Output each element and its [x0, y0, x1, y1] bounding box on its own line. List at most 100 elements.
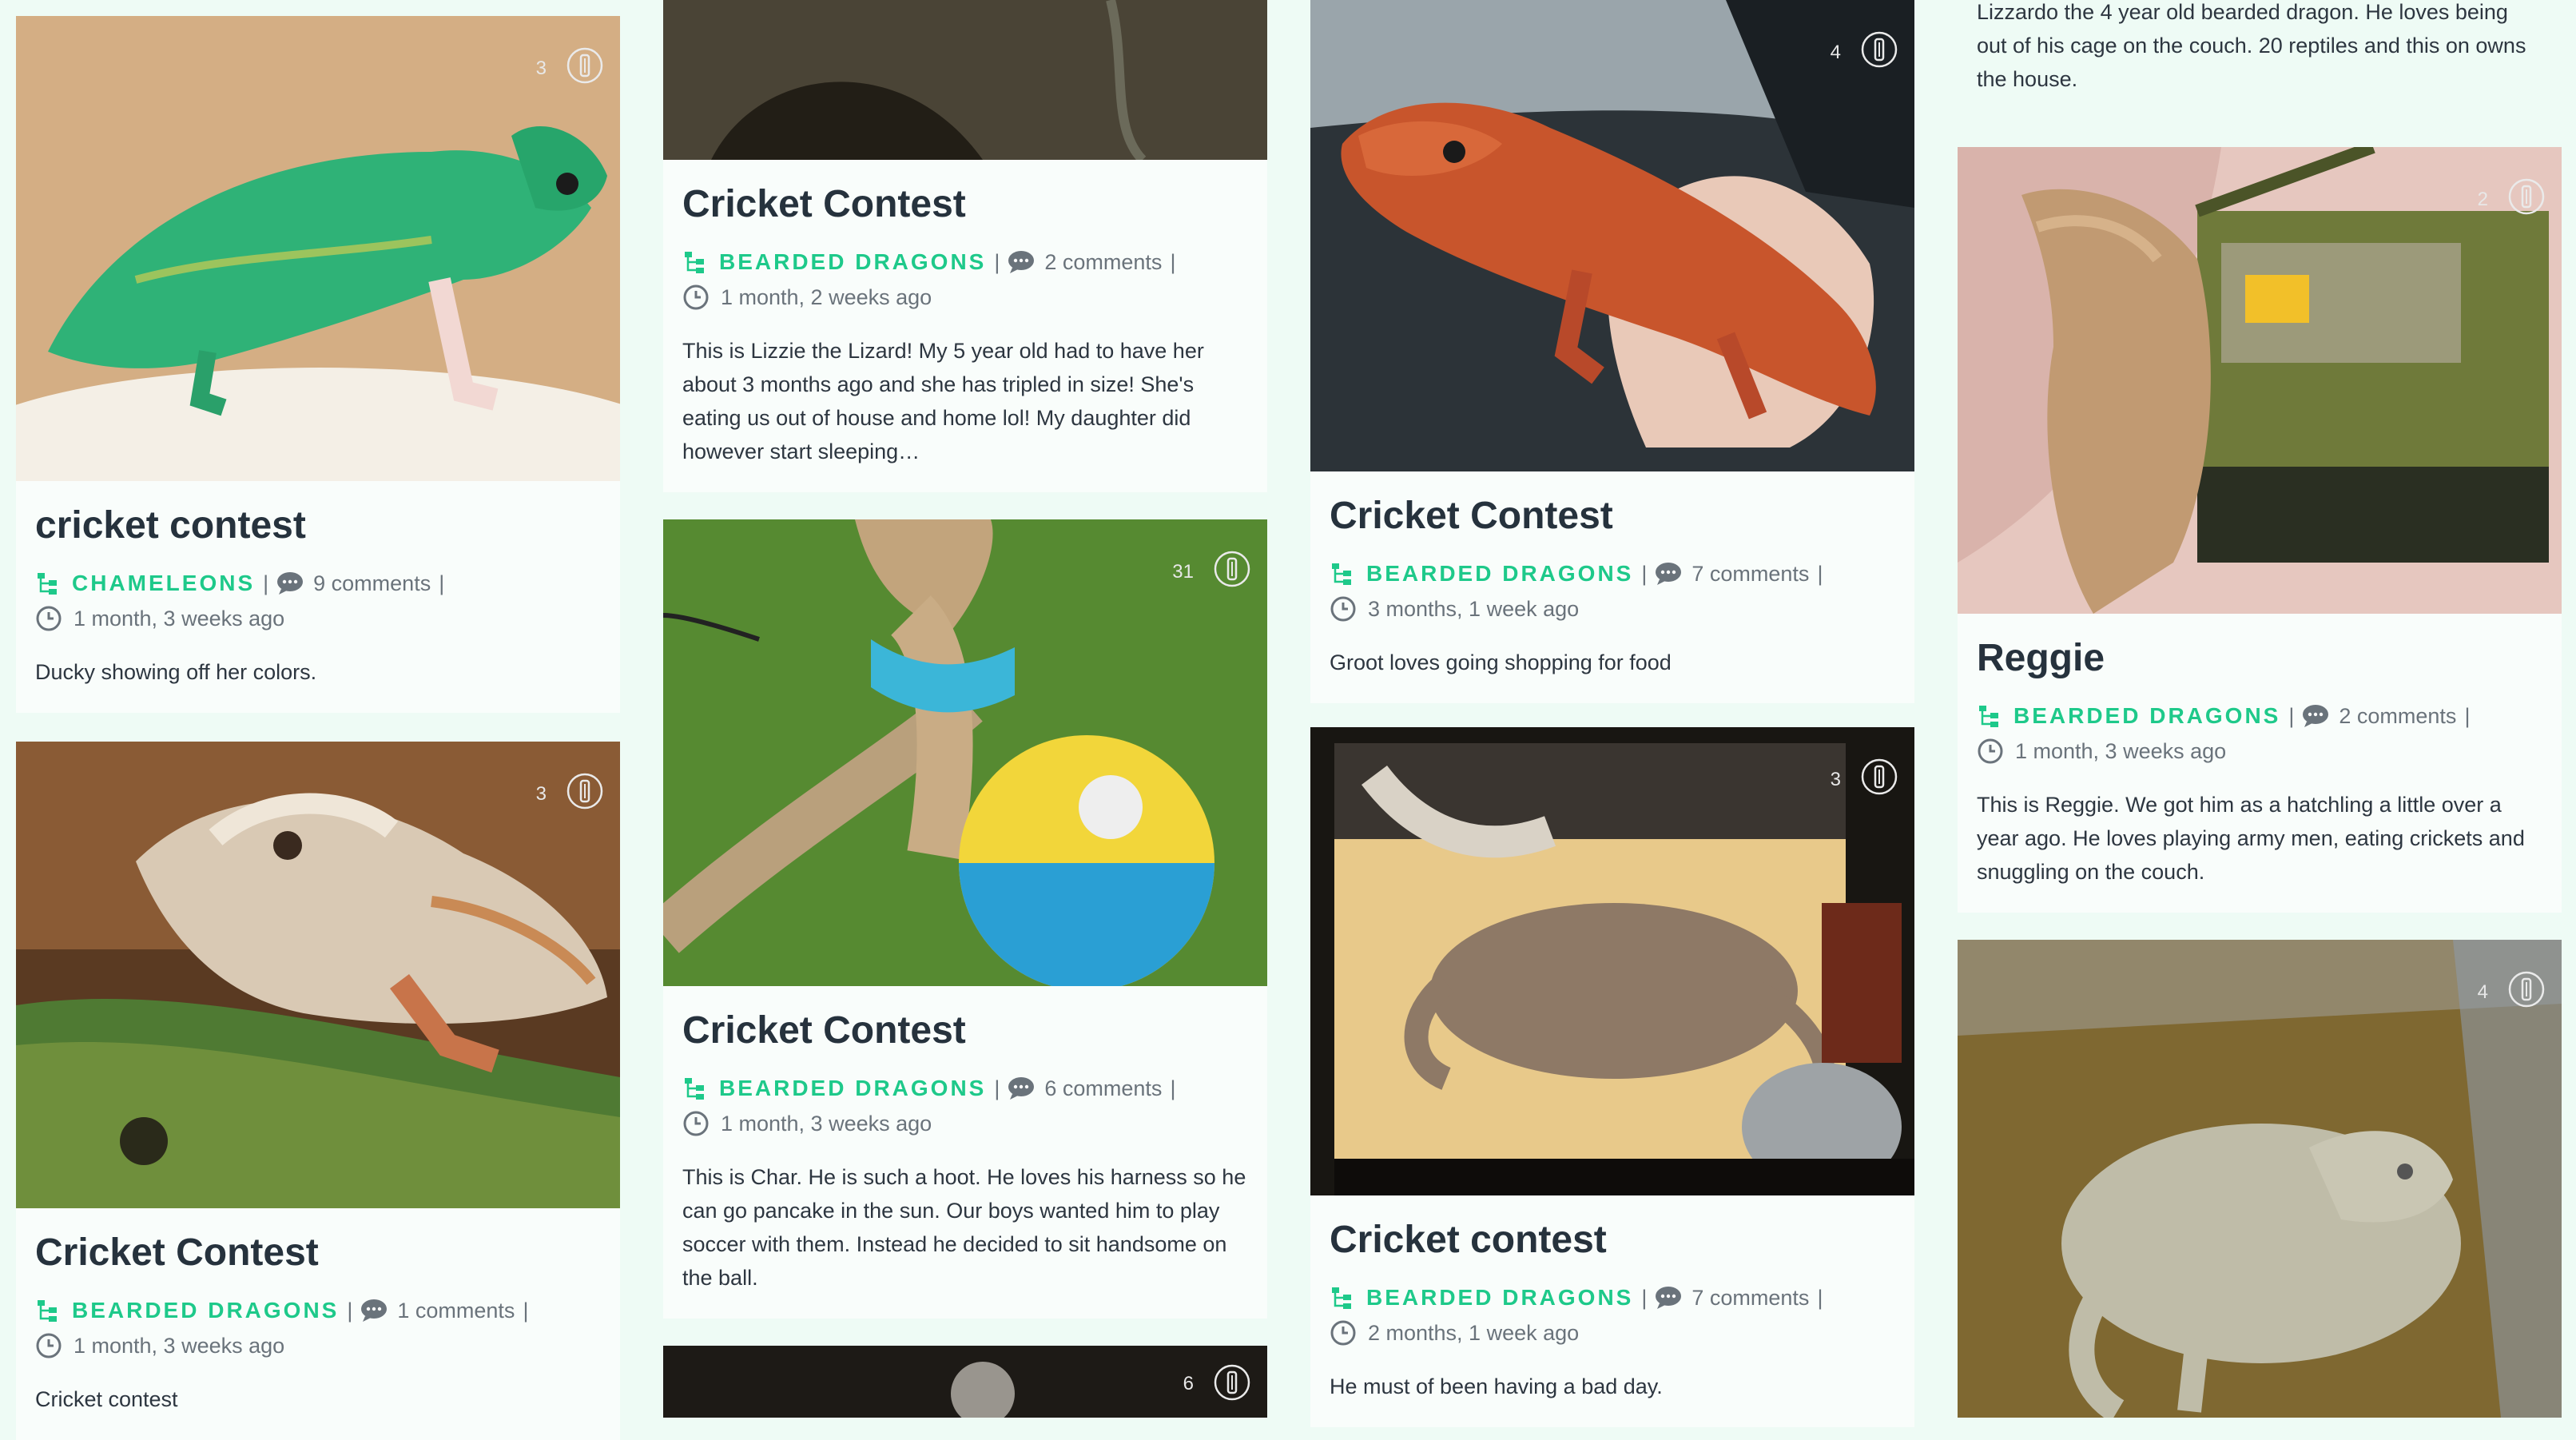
post-image[interactable]: 3 — [16, 16, 620, 481]
gallery-icon[interactable] — [566, 772, 604, 810]
post-image[interactable]: 3 — [16, 742, 620, 1208]
post-time: 1 month, 2 weeks ago — [721, 285, 932, 309]
category-link[interactable]: BEARDED DRAGONS — [72, 1293, 339, 1328]
post-title[interactable]: Reggie — [1977, 636, 2542, 681]
bearded-dragon-photo — [16, 742, 620, 1208]
comments-link[interactable]: 1 comments — [397, 1293, 515, 1328]
category-icon — [35, 1298, 61, 1323]
dark-photo — [663, 1346, 1267, 1418]
post-card[interactable]: 6 — [663, 1346, 1267, 1418]
category-icon — [1977, 703, 2002, 729]
gallery-icon[interactable] — [2507, 177, 2546, 216]
separator: | — [1170, 1076, 1176, 1100]
terrarium-photo — [663, 0, 1267, 160]
post-description: This is Reggie. We got him as a hatchlin… — [1977, 793, 2525, 884]
category-link[interactable]: BEARDED DRAGONS — [719, 1071, 986, 1106]
category-icon — [682, 1076, 708, 1101]
post-time: 3 months, 1 week ago — [1368, 597, 1580, 621]
gallery-icon[interactable] — [1860, 30, 1898, 69]
separator: | — [439, 571, 445, 595]
image-count: 3 — [1830, 769, 1841, 790]
red-dragon-in-car-photo — [1310, 0, 1914, 471]
clock-icon — [1330, 1319, 1357, 1347]
separator: | — [1641, 562, 1648, 586]
post-description: Ducky showing off her colors. — [35, 660, 317, 684]
post-image[interactable]: 4 — [1958, 940, 2562, 1418]
comments-link[interactable]: 7 comments — [1691, 556, 1809, 591]
comments-icon — [1008, 1076, 1035, 1100]
separator: | — [1817, 1286, 1823, 1310]
post-image[interactable]: 6 — [663, 1346, 1267, 1418]
comments-link[interactable]: 9 comments — [313, 566, 431, 601]
gallery-icon[interactable] — [2507, 970, 2546, 1008]
post-title[interactable]: Cricket Contest — [682, 1008, 1248, 1053]
post-title[interactable]: cricket contest — [35, 503, 601, 548]
separator: | — [347, 1299, 353, 1323]
post-card[interactable]: Cricket Contest BEARDED DRAGONS | 2 comm… — [663, 0, 1267, 492]
comments-link[interactable]: 6 comments — [1044, 1071, 1162, 1106]
category-icon — [1330, 561, 1355, 587]
post-title[interactable]: Cricket contest — [1330, 1218, 1895, 1263]
image-count: 4 — [2477, 981, 2488, 1003]
gallery-icon[interactable] — [566, 46, 604, 85]
separator: | — [994, 250, 1000, 274]
post-time: 1 month, 3 weeks ago — [74, 1334, 285, 1358]
chameleon-photo — [16, 16, 620, 481]
comments-icon — [1655, 1286, 1682, 1310]
comments-icon — [2302, 704, 2329, 728]
category-icon — [35, 571, 61, 596]
comments-link[interactable]: 2 comments — [1044, 245, 1162, 280]
comments-icon — [1655, 562, 1682, 586]
post-title[interactable]: Cricket Contest — [1330, 494, 1895, 539]
clock-icon — [1977, 738, 2004, 765]
comments-icon — [360, 1299, 388, 1323]
post-title[interactable]: Cricket Contest — [682, 182, 1248, 227]
post-image[interactable]: 2 — [1958, 147, 2562, 614]
image-count: 6 — [1183, 1373, 1194, 1394]
post-image[interactable]: 4 — [1310, 0, 1914, 471]
image-count: 3 — [535, 783, 547, 805]
separator: | — [1170, 250, 1176, 274]
gallery-icon[interactable] — [1213, 1363, 1251, 1402]
separator: | — [1817, 562, 1823, 586]
category-link[interactable]: BEARDED DRAGONS — [1366, 556, 1633, 591]
clock-icon — [682, 1110, 710, 1137]
gallery-icon[interactable] — [1213, 550, 1251, 588]
clock-icon — [35, 1332, 62, 1359]
post-card[interactable]: 31 Cricket Contest BEARDED DRAGONS | 6 c… — [663, 519, 1267, 1319]
post-card[interactable]: 4 — [1958, 940, 2562, 1418]
post-time: 1 month, 3 weeks ago — [74, 607, 285, 630]
post-description: Groot loves going shopping for food — [1330, 650, 1672, 674]
category-icon — [1330, 1285, 1355, 1311]
gallery-icon[interactable] — [1860, 758, 1898, 796]
separator: | — [263, 571, 269, 595]
separator: | — [994, 1076, 1000, 1100]
post-title[interactable]: Cricket Contest — [35, 1231, 601, 1275]
dragon-in-tank-photo — [1310, 727, 1914, 1195]
dragon-on-mealworms-photo — [1958, 940, 2562, 1418]
separator: | — [2288, 704, 2295, 728]
image-count: 4 — [1830, 42, 1841, 63]
comments-icon — [1008, 250, 1035, 274]
dragon-with-toy-tank-photo — [1958, 147, 2562, 614]
comments-link[interactable]: 7 comments — [1691, 1280, 1809, 1315]
post-image[interactable]: 31 — [663, 519, 1267, 986]
post-card[interactable]: 2 Reggie BEARDED DRAGONS | 2 comments | … — [1958, 147, 2562, 913]
comments-link[interactable]: 2 comments — [2339, 698, 2456, 734]
image-count: 31 — [1172, 561, 1194, 583]
post-image[interactable] — [663, 0, 1267, 160]
post-time: 1 month, 3 weeks ago — [721, 1112, 932, 1136]
post-time: 2 months, 1 week ago — [1368, 1321, 1580, 1345]
post-card[interactable]: 3 Cricket Contest BEARDED DRAGONS | 1 co… — [16, 742, 620, 1440]
post-card[interactable]: Lizzardo the 4 year old bearded dragon. … — [1958, 0, 2562, 125]
separator: | — [1641, 1286, 1648, 1310]
post-card[interactable]: 3 Cricket contest BEARDED DRAGONS | 7 co… — [1310, 727, 1914, 1427]
category-link[interactable]: BEARDED DRAGONS — [719, 245, 986, 280]
post-card[interactable]: 3 cricket contest CHAMELEONS | 9 comment… — [16, 16, 620, 713]
category-link[interactable]: CHAMELEONS — [72, 566, 255, 601]
post-card[interactable]: 4 Cricket Contest BEARDED DRAGONS | 7 co… — [1310, 0, 1914, 703]
category-link[interactable]: BEARDED DRAGONS — [1366, 1280, 1633, 1315]
category-link[interactable]: BEARDED DRAGONS — [2013, 698, 2280, 734]
post-description: Lizzardo the 4 year old bearded dragon. … — [1977, 0, 2526, 91]
post-image[interactable]: 3 — [1310, 727, 1914, 1195]
